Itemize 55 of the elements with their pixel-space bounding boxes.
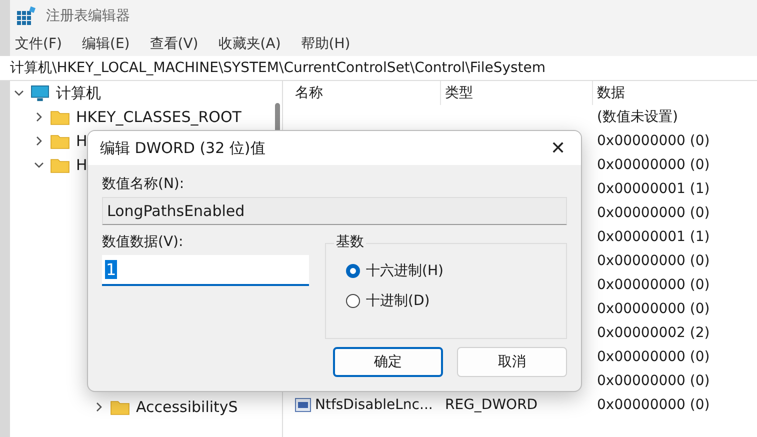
folder-icon <box>50 132 70 150</box>
chevron-right-icon[interactable] <box>34 112 44 122</box>
table-cell: 0x00000000 (0) <box>597 301 710 317</box>
table-cell: 0x00000000 (0) <box>597 373 710 389</box>
column-header[interactable]: 数据 <box>593 81 757 105</box>
table-cell: 0x00000000 (0) <box>597 133 710 149</box>
folder-icon <box>110 398 130 416</box>
menu-item[interactable]: 帮助(H) <box>300 35 350 53</box>
folder-icon <box>50 108 70 126</box>
table-cell: 0x00000000 (0) <box>597 157 710 173</box>
column-header[interactable]: 名称 <box>291 81 441 105</box>
chevron-right-icon[interactable] <box>34 136 44 146</box>
value-field[interactable]: 1 <box>102 255 309 286</box>
ok-button[interactable]: 确定 <box>333 347 443 377</box>
tree-item[interactable]: AccessibilityS <box>136 398 238 416</box>
menu-item[interactable]: 编辑(E) <box>82 35 130 53</box>
close-button[interactable]: ✕ <box>535 131 581 167</box>
tree-item[interactable]: H <box>76 156 88 174</box>
monitor-icon <box>30 84 50 102</box>
menu-item[interactable]: 文件(F) <box>15 35 62 53</box>
radio-button[interactable] <box>346 294 360 308</box>
name-field[interactable]: LongPathsEnabled <box>102 197 567 225</box>
folder-icon <box>50 156 70 174</box>
menu-item[interactable]: 查看(V) <box>150 35 198 53</box>
table-cell: 0x00000001 (1) <box>597 181 710 197</box>
window-title: 注册表编辑器 <box>46 7 130 25</box>
radio-label[interactable]: 十六进制(H) <box>366 262 444 280</box>
table-cell: NtfsDisableLnc... <box>315 397 433 413</box>
table-cell: REG_DWORD <box>445 397 538 413</box>
group-title: 基数 <box>334 233 366 251</box>
cancel-button[interactable]: 取消 <box>457 347 567 377</box>
tree-item[interactable]: H <box>76 132 88 150</box>
radio-button[interactable] <box>346 264 360 278</box>
dialog-title: 编辑 DWORD (32 位)值 <box>100 138 266 158</box>
table-cell: 0x00000002 (2) <box>597 325 710 341</box>
table-cell: (数值未设置) <box>597 108 678 126</box>
registry-icon <box>16 6 36 26</box>
table-cell: 0x00000001 (1) <box>597 229 710 245</box>
table-cell: 0x00000000 (0) <box>597 397 710 413</box>
table-cell: 0x00000000 (0) <box>597 349 710 365</box>
column-header[interactable]: 类型 <box>441 81 593 105</box>
table-cell: 0x00000000 (0) <box>597 253 710 269</box>
radio-label[interactable]: 十进制(D) <box>366 292 430 310</box>
menu-item[interactable]: 收藏夹(A) <box>218 35 281 53</box>
tree-item[interactable]: HKEY_CLASSES_ROOT <box>76 108 242 126</box>
chevron-down-icon[interactable] <box>14 88 24 98</box>
binary-value-icon <box>295 398 311 412</box>
chevron-down-icon[interactable] <box>34 160 44 170</box>
table-cell: 0x00000000 (0) <box>597 205 710 221</box>
address-bar[interactable]: 计算机\HKEY_LOCAL_MACHINE\SYSTEM\CurrentControlSet\Control\FileSystem <box>0 56 757 81</box>
table-cell: 0x00000000 (0) <box>597 277 710 293</box>
chevron-right-icon[interactable] <box>94 402 104 412</box>
field-label: 数值数据(V): <box>102 233 184 251</box>
tree-item[interactable]: 计算机 <box>56 84 101 102</box>
field-label: 数值名称(N): <box>102 175 186 193</box>
